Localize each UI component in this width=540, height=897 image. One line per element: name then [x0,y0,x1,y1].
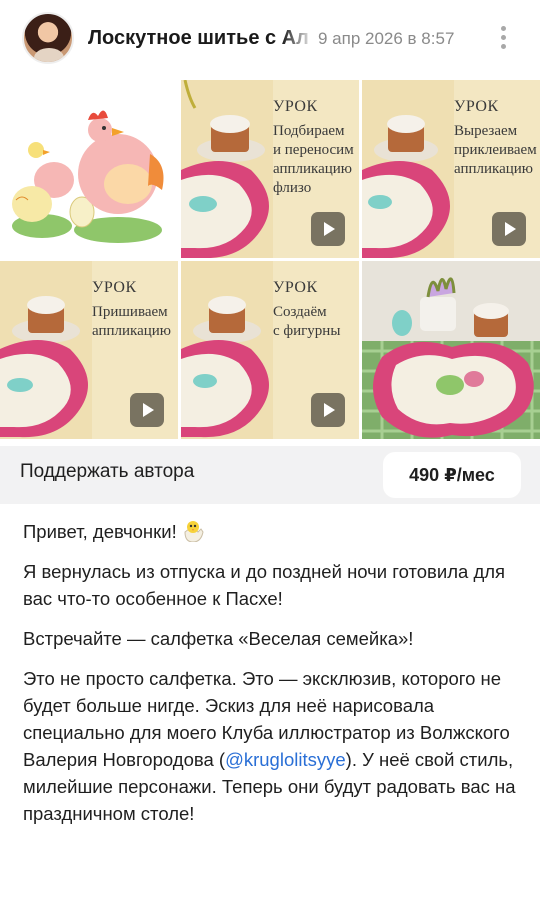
play-icon[interactable] [311,393,345,427]
gallery-tile-video[interactable]: УРОК Вырезаем приклеиваем аппликацию [362,80,540,258]
hen-chick-illustration [12,110,164,243]
play-icon[interactable] [130,393,164,427]
lesson-caption: УРОК Подбираем и переносим аппликацию фл… [273,98,354,196]
group-name[interactable]: Лоскутное шитье с Ал [88,27,310,50]
subscription-price-button[interactable]: 490 ₽/мес [383,452,521,498]
post-paragraph: Привет, девчонки! [23,518,523,545]
play-icon[interactable] [311,212,345,246]
support-author-label: Поддержать автора [20,461,195,482]
gallery-tile-illustration[interactable] [0,80,178,258]
post-paragraph: Я вернулась из отпуска и до поздней ночи… [23,561,506,609]
gallery-tile-photo[interactable] [362,261,540,439]
post-header: Лоскутное шитье с Ал 9 апр 2026 в 8:57 [0,0,540,78]
lesson-caption: УРОК Вырезаем приклеиваем аппликацию [454,98,537,177]
name-fade [282,22,314,54]
lesson-caption: УРОК Пришиваем аппликацию [92,279,172,339]
gallery-tile-video[interactable]: УРОК Подбираем и переносим аппликацию фл… [181,80,359,258]
support-author-bar[interactable]: Поддержать автора 490 ₽/мес [0,446,540,504]
post-text: Привет, девчонки! Я вернулась из отпуска… [23,518,523,840]
post-paragraph: Встречайте — салфетка «Веселая семейка»! [23,628,414,649]
post-date[interactable]: 9 апр 2026 в 8:57 [318,29,454,49]
gallery-tile-video[interactable]: УРОК Создаём с фигурны [181,261,359,439]
gallery-tile-video[interactable]: УРОК Пришиваем аппликацию [0,261,178,439]
media-gallery: УРОК Подбираем и переносим аппликацию фл… [0,80,540,440]
hatching-chick-emoji [181,520,205,543]
post-paragraph: Это не просто салфетка. Это — эксклюзив,… [23,665,523,827]
play-icon[interactable] [492,212,526,246]
author-mention-link[interactable]: @kruglolitsyye [225,749,346,770]
author-avatar[interactable] [22,12,74,64]
napkin-photo [362,261,540,439]
more-vertical-icon[interactable] [492,22,516,54]
lesson-caption: УРОК Создаём с фигурны [273,279,341,339]
greeting-text: Привет, девчонки! [23,521,177,542]
